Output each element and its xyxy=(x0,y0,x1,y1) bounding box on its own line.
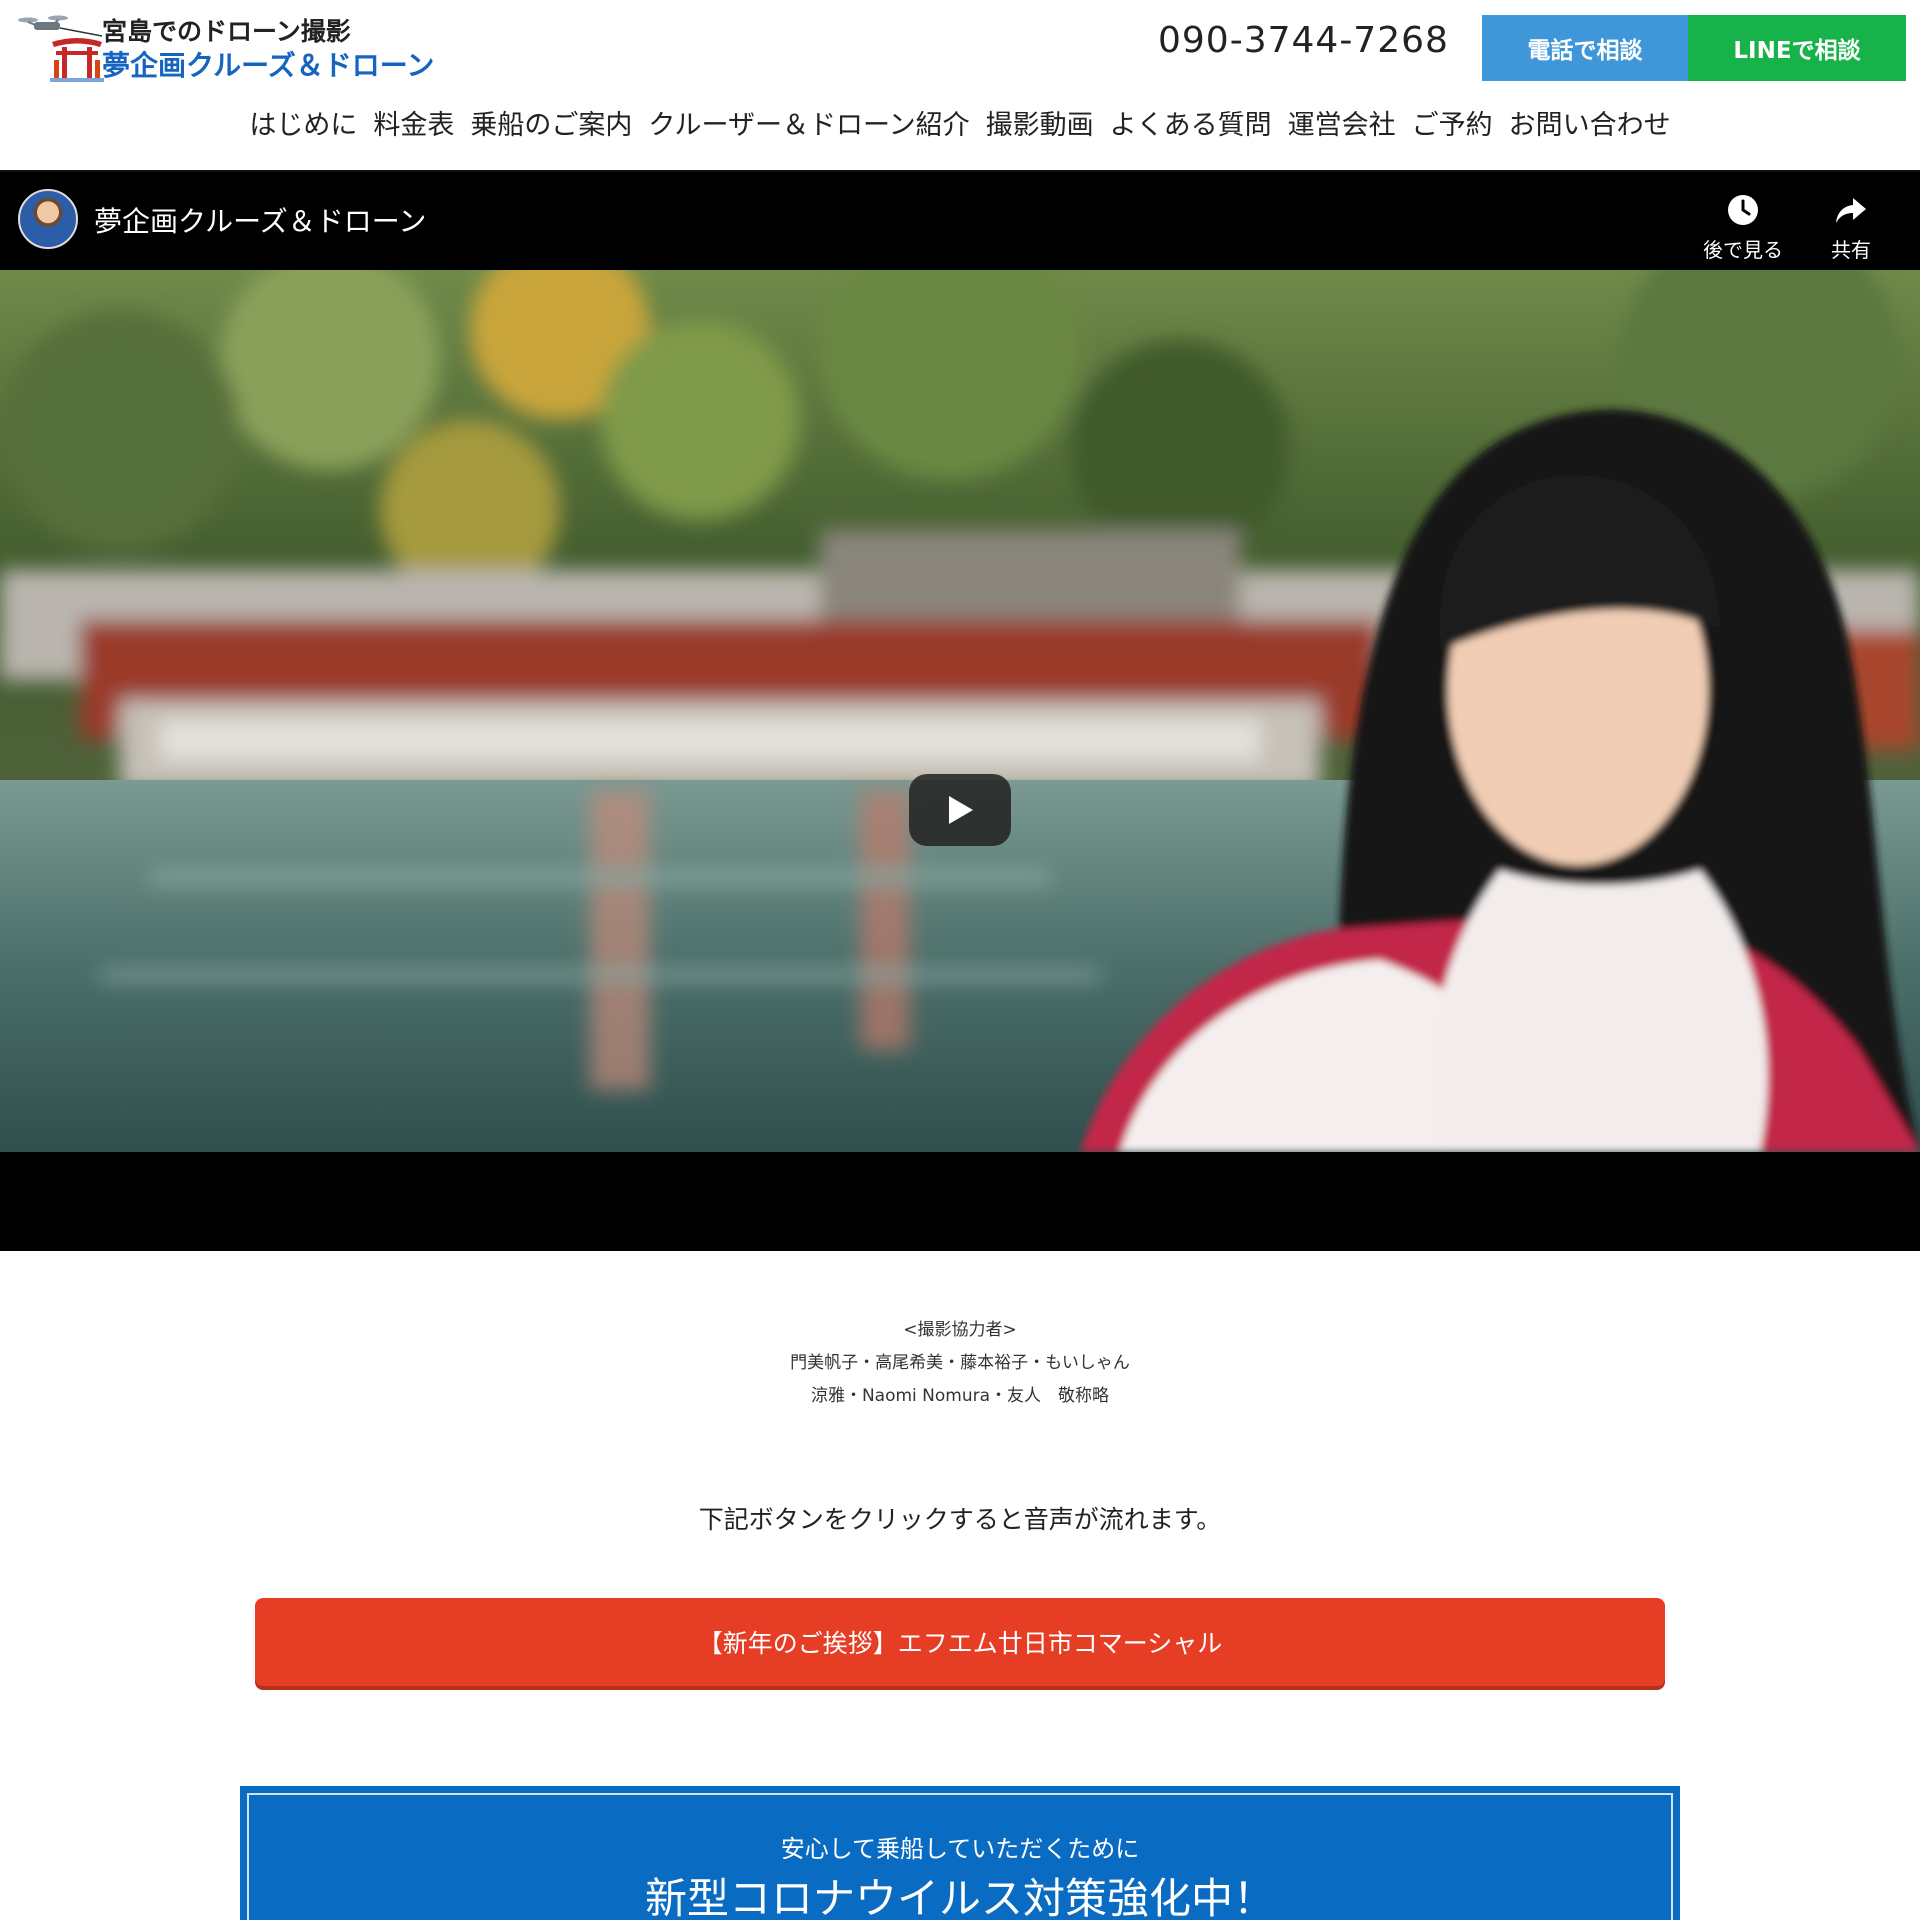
watch-later-label: 後で見る xyxy=(1703,238,1783,262)
nav-item-videos[interactable]: 撮影動画 xyxy=(986,104,1094,148)
covid-heading: 新型コロナウイルス対策強化中！ xyxy=(644,1874,1275,1920)
site-logo[interactable]: 宮島でのドローン撮影 夢企画クルーズ＆ドローン xyxy=(14,10,444,82)
nav-item-company[interactable]: 運営会社 xyxy=(1288,104,1396,148)
youtube-embed[interactable]: 夢企画クルーズ＆ドローン 後で見る 共有 xyxy=(0,172,1920,1251)
clock-icon xyxy=(1728,195,1758,225)
video-thumbnail[interactable] xyxy=(0,270,1920,1152)
channel-avatar[interactable] xyxy=(18,189,78,249)
phone-consult-button[interactable]: 電話で相談 xyxy=(1482,15,1688,81)
logo-brand-name: 夢企画クルーズ＆ドローン xyxy=(102,49,435,82)
filming-credits: <撮影協力者> 門美帆子・高尾希美・藤本裕子・もいしゃん 涼雅・Naomi No… xyxy=(0,1314,1920,1413)
logo-tagline: 宮島でのドローン撮影 xyxy=(102,17,351,46)
nav-item-cruiser-drone[interactable]: クルーザー＆ドローン紹介 xyxy=(648,104,969,148)
audio-notice: 下記ボタンをクリックすると音声が流れます。 xyxy=(698,1505,1222,1534)
credits-line-1: 門美帆子・高尾希美・藤本裕子・もいしゃん xyxy=(790,1353,1130,1373)
covid-subheading: 安心して乗船していただくために xyxy=(780,1835,1140,1863)
nav-item-intro[interactable]: はじめに xyxy=(249,104,357,148)
nav-item-pricing[interactable]: 料金表 xyxy=(373,104,454,148)
video-title-bar: 夢企画クルーズ＆ドローン 後で見る 共有 xyxy=(0,172,1920,270)
site-header: 宮島でのドローン撮影 夢企画クルーズ＆ドローン 090-3744-7268 電話… xyxy=(0,0,1920,172)
video-title[interactable]: 夢企画クルーズ＆ドローン xyxy=(94,200,426,240)
credits-heading: <撮影協力者> xyxy=(903,1320,1017,1340)
nav-item-boarding-guide[interactable]: 乗船のご案内 xyxy=(470,104,632,148)
nav-item-reservation[interactable]: ご予約 xyxy=(1412,104,1493,148)
play-icon xyxy=(949,796,973,824)
phone-number[interactable]: 090-3744-7268 xyxy=(1158,20,1449,61)
share-label: 共有 xyxy=(1831,238,1871,262)
radio-commercial-button[interactable]: 【新年のご挨拶】エフエム廿日市コマーシャル xyxy=(255,1598,1665,1686)
main-nav: はじめに 料金表 乗船のご案内 クルーザー＆ドローン紹介 撮影動画 よくある質問… xyxy=(0,104,1920,148)
share-button[interactable]: 共有 xyxy=(1796,190,1906,262)
nav-item-faq[interactable]: よくある質問 xyxy=(1110,104,1272,148)
covid-banner-frame: 安心して乗船していただくために 新型コロナウイルス対策強化中！ xyxy=(247,1793,1673,1920)
nav-item-contact[interactable]: お問い合わせ xyxy=(1509,104,1671,148)
thumbnail-image xyxy=(0,270,1920,1152)
torii-icon xyxy=(50,38,104,82)
play-button[interactable] xyxy=(909,774,1011,846)
share-arrow-icon xyxy=(1836,198,1866,223)
covid-banner: 安心して乗船していただくために 新型コロナウイルス対策強化中！ xyxy=(240,1786,1680,1920)
line-consult-button[interactable]: LINEで相談 xyxy=(1688,15,1906,81)
credits-line-2: 涼雅・Naomi Nomura・友人 敬称略 xyxy=(810,1386,1110,1406)
watch-later-button[interactable]: 後で見る xyxy=(1688,190,1798,262)
